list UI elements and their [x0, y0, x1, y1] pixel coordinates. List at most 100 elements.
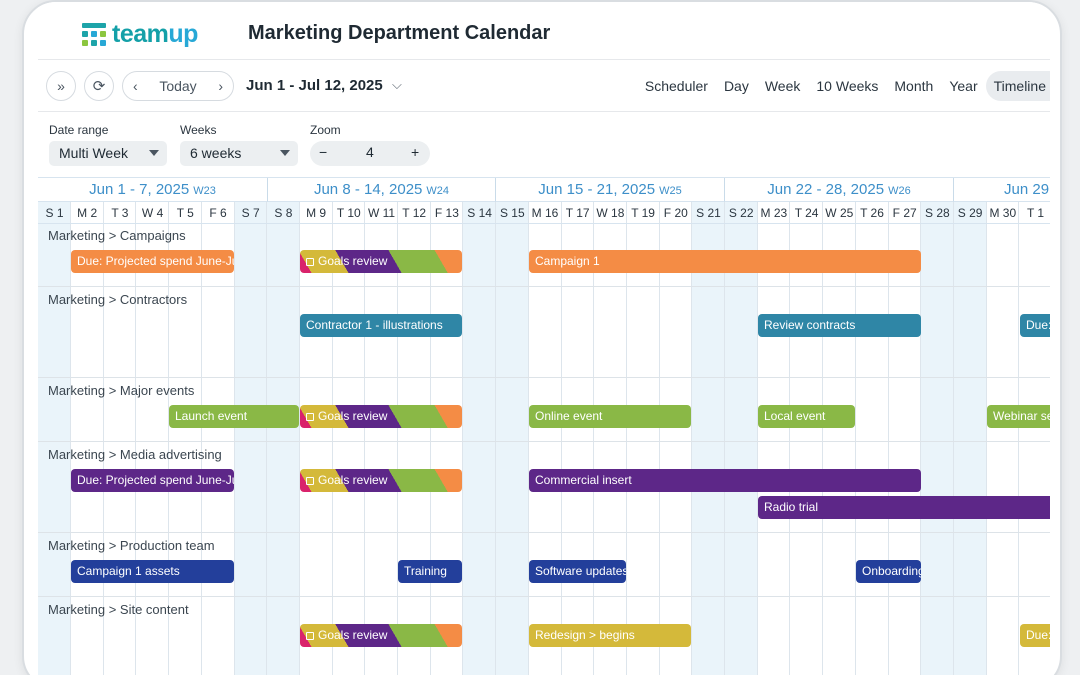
day-header[interactable]: S 1	[38, 202, 71, 224]
day-header[interactable]: S 21	[692, 202, 725, 224]
date-navigator: ‹ Today ›	[122, 71, 234, 101]
event-title: Goals review	[318, 254, 388, 268]
day-header[interactable]: S 8	[266, 202, 300, 224]
refresh-button[interactable]: ⟳	[84, 71, 114, 101]
day-column[interactable]	[234, 202, 268, 675]
day-header[interactable]: M 9	[299, 202, 333, 224]
day-header[interactable]: S 28	[920, 202, 954, 224]
calendar-event[interactable]: Local event	[758, 405, 855, 428]
calendar-event[interactable]: Online event	[529, 405, 691, 428]
day-header[interactable]: T 3	[103, 202, 137, 224]
weeks-select[interactable]: 6 weeks	[180, 141, 298, 166]
view-scheduler[interactable]: Scheduler	[637, 71, 716, 101]
caret-down-icon	[280, 150, 290, 156]
day-header[interactable]: T 24	[790, 202, 824, 224]
calendar-event[interactable]: Software updates	[529, 560, 626, 583]
day-header[interactable]: S 15	[495, 202, 529, 224]
calendar-event[interactable]: Commercial insert	[529, 469, 921, 492]
day-column[interactable]	[986, 202, 1020, 675]
date-range-select[interactable]: Multi Week	[49, 141, 167, 166]
calendar-event[interactable]: Review contracts	[758, 314, 921, 337]
day-header[interactable]: T 17	[561, 202, 595, 224]
day-header[interactable]: T 12	[397, 202, 431, 224]
event-title: Online event	[535, 409, 603, 423]
calendar-event[interactable]: Due: updates	[1020, 624, 1050, 647]
day-column[interactable]	[463, 202, 497, 675]
calendar-window: teamup Marketing Department Calendar » ⟳…	[38, 2, 1050, 675]
zoom-in-button[interactable]: +	[411, 144, 419, 160]
calendar-event[interactable]: Webinar series	[987, 405, 1050, 428]
calendar-event[interactable]: Launch event	[169, 405, 299, 428]
calendar-event[interactable]: Goals review	[300, 469, 462, 492]
logo-text: teamup	[112, 20, 198, 48]
calendar-event[interactable]: Goals review	[300, 250, 462, 273]
event-title: Commercial insert	[535, 473, 632, 487]
view-timeline[interactable]: Timeline	[985, 71, 1050, 101]
zoom-out-button[interactable]: −	[319, 144, 327, 160]
day-header[interactable]: W 18	[593, 202, 627, 224]
calendar-event[interactable]: Training	[398, 560, 462, 583]
day-header[interactable]: W 4	[136, 202, 170, 224]
day-header[interactable]: S 7	[234, 202, 268, 224]
prev-period-button[interactable]: ‹	[133, 78, 138, 94]
event-title: Goals review	[318, 473, 388, 487]
day-column[interactable]	[1019, 202, 1050, 675]
day-column[interactable]	[953, 202, 987, 675]
event-title: Due: Projected spend June-July	[77, 254, 234, 268]
weeks-value: 6 weeks	[190, 145, 242, 161]
day-header[interactable]: W 25	[822, 202, 856, 224]
teamup-logo[interactable]: teamup	[82, 20, 198, 49]
day-header[interactable]: T 10	[332, 202, 366, 224]
calendar-event[interactable]: Onboarding	[856, 560, 921, 583]
checkbox-icon	[306, 258, 314, 266]
date-range-label: Date range	[49, 123, 109, 137]
calendar-event[interactable]: Contractor 1 - illustrations	[300, 314, 462, 337]
day-header[interactable]: F 6	[201, 202, 235, 224]
date-range-title[interactable]: Jun 1 - Jul 12, 2025	[246, 77, 383, 94]
day-header[interactable]: T 19	[626, 202, 660, 224]
day-header[interactable]: M 30	[986, 202, 1020, 224]
app-header: teamup Marketing Department Calendar	[38, 2, 1050, 60]
event-title: Webinar series	[993, 409, 1050, 423]
event-title: Contractor 1 - illustrations	[306, 318, 443, 332]
day-header[interactable]: F 27	[888, 202, 922, 224]
day-header[interactable]: F 13	[430, 202, 464, 224]
calendar-event[interactable]: Campaign 1	[529, 250, 921, 273]
day-header[interactable]: S 14	[463, 202, 497, 224]
day-header[interactable]: T 5	[168, 202, 202, 224]
day-header[interactable]: W 11	[365, 202, 398, 224]
calendar-event[interactable]: Due: Projected spend June-July	[71, 250, 234, 273]
calendar-event[interactable]: Campaign 1 assets	[71, 560, 234, 583]
day-header[interactable]: F 20	[659, 202, 693, 224]
week-header: Jun 1 - 7, 2025 W23	[38, 178, 268, 202]
app-frame: teamup Marketing Department Calendar » ⟳…	[22, 0, 1062, 675]
calendar-event[interactable]: Redesign > begins	[529, 624, 691, 647]
day-header[interactable]: M 2	[70, 202, 104, 224]
chevron-down-icon[interactable]: ⌵	[392, 77, 402, 93]
view-10-weeks[interactable]: 10 Weeks	[808, 71, 886, 101]
view-switcher: Scheduler Day Week 10 Weeks Month Year T…	[637, 71, 1050, 101]
calendar-event[interactable]: Due: Projected spend June-July	[71, 469, 234, 492]
day-column[interactable]	[920, 202, 954, 675]
day-column[interactable]	[266, 202, 300, 675]
day-header[interactable]: T 26	[855, 202, 889, 224]
day-header[interactable]: S 29	[953, 202, 987, 224]
day-header[interactable]: S 22	[724, 202, 758, 224]
day-header[interactable]: T 1	[1019, 202, 1050, 224]
view-week[interactable]: Week	[757, 71, 809, 101]
day-column[interactable]	[495, 202, 529, 675]
calendar-event[interactable]: Radio trial	[758, 496, 1050, 519]
view-month[interactable]: Month	[886, 71, 941, 101]
calendar-event[interactable]: Goals review	[300, 624, 462, 647]
day-header[interactable]: M 16	[528, 202, 562, 224]
expand-sidebar-button[interactable]: »	[46, 71, 76, 101]
today-button[interactable]: Today	[159, 78, 196, 94]
calendar-event[interactable]: Goals review	[300, 405, 462, 428]
view-year[interactable]: Year	[941, 71, 985, 101]
week-header: Jun 29	[954, 178, 1050, 202]
next-period-button[interactable]: ›	[218, 78, 223, 94]
day-header[interactable]: M 23	[757, 202, 791, 224]
event-title: Due: Projected spend June-July	[77, 473, 234, 487]
calendar-event[interactable]: Due: contracts	[1020, 314, 1050, 337]
view-day[interactable]: Day	[716, 71, 757, 101]
